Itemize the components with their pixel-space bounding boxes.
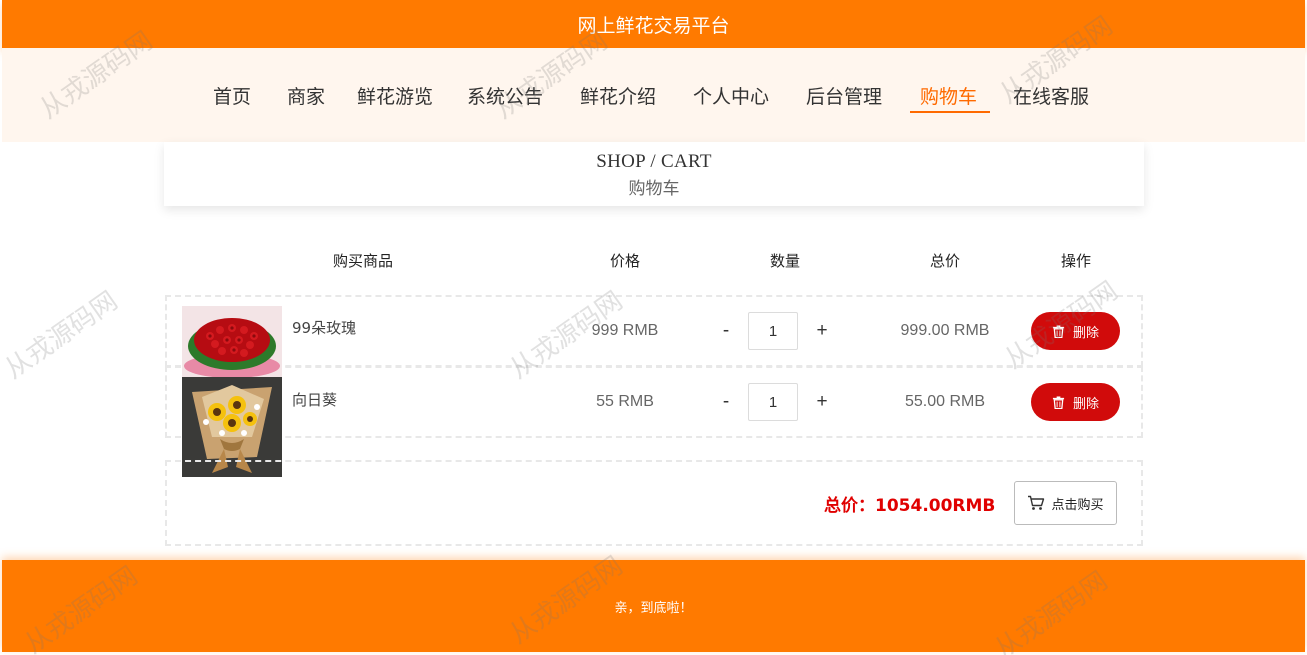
nav-item-home[interactable]: 首页 [213,82,251,109]
header-price: 价格 [609,252,641,270]
page-title-cn: 购物车 [628,179,680,199]
main-nav: 首页 商家 鲜花游览 系统公告 鲜花介绍 个人中心 后台管理 购物车 在线客服 [0,70,1307,116]
trash-icon [1052,324,1065,338]
shopping-cart-icon [1028,495,1045,510]
header-quantity: 数量 [769,252,801,270]
nav-item-cart[interactable]: 购物车 [920,82,977,109]
header-actions: 操作 [1060,252,1092,270]
cart-total: 总价：1054.00RMB [824,496,996,516]
product-name[interactable]: 99朵玫瑰 [292,317,356,338]
buy-label: 点击购买 [1051,497,1104,513]
site-header: 网上鲜花交易平台 [2,0,1305,48]
delete-button[interactable]: 删除 [1031,383,1120,421]
header-product: 购买商品 [332,252,394,270]
rose-bouquet-image [182,306,282,377]
nav-item-personal-center[interactable]: 个人中心 [693,82,769,109]
footer-text: 亲，到底啦！ [614,600,693,616]
site-title: 网上鲜花交易平台 [577,14,730,37]
nav-item-admin[interactable]: 后台管理 [806,82,882,109]
active-nav-underline [910,111,990,113]
page-title-box: SHOP / CART 购物车 [164,142,1144,206]
header-total: 总价 [929,252,961,270]
delete-label: 删除 [1072,396,1099,412]
row-total: 999.00 RMB [900,322,990,339]
nav-item-merchants[interactable]: 商家 [287,82,325,109]
nav-item-online-service[interactable]: 在线客服 [1013,82,1089,109]
delete-label: 删除 [1072,325,1099,341]
delete-button[interactable]: 删除 [1031,312,1120,350]
product-name[interactable]: 向日葵 [292,389,337,410]
nav-item-flower-intro[interactable]: 鲜花介绍 [580,82,656,109]
product-price: 999 RMB [591,322,659,339]
cart-summary [165,460,1143,546]
watermark: 从戎源码网 [0,285,124,386]
quantity-decrease-button[interactable]: - [723,320,729,342]
quantity-increase-button[interactable]: + [816,391,827,413]
quantity-input[interactable] [748,383,798,421]
product-price: 55 RMB [596,393,654,410]
row-total: 55.00 RMB [904,393,986,410]
quantity-increase-button[interactable]: + [816,320,827,342]
nav-item-flower-browse[interactable]: 鲜花游览 [357,82,433,109]
page-title-en: SHOP / CART [596,151,712,172]
buy-button[interactable]: 点击购买 [1014,481,1117,525]
site-footer: 亲，到底啦！ [2,560,1305,652]
quantity-input[interactable] [748,312,798,350]
quantity-decrease-button[interactable]: - [723,391,729,413]
trash-icon [1052,395,1065,409]
nav-item-announcements[interactable]: 系统公告 [467,82,543,109]
